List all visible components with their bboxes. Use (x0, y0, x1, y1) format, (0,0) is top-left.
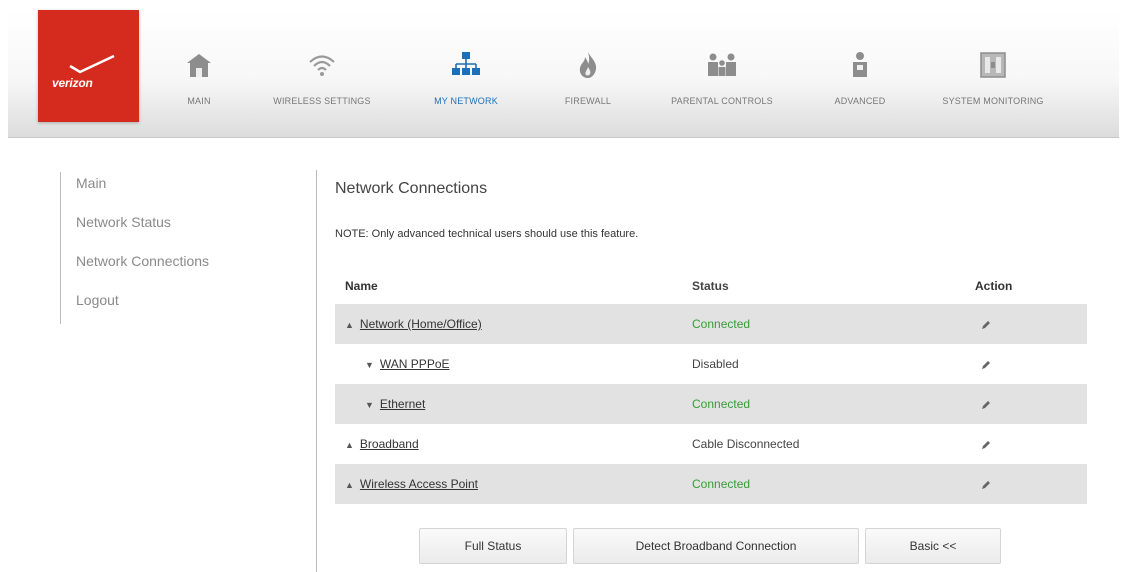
column-header-name: Name (345, 279, 378, 293)
status-cell: Connected (692, 397, 751, 411)
nav-firewall-label: FIREWALL (564, 96, 612, 106)
table-row: ▼ Ethernet Connected (335, 384, 1087, 424)
collapsed-triangle-icon[interactable]: ▼ (365, 400, 374, 410)
table-header-row: Name Status Action (335, 268, 1087, 304)
connection-link-network-home-office[interactable]: Network (Home/Office) (360, 317, 482, 331)
edit-pencil-icon[interactable] (980, 479, 992, 491)
nav-my-network-label: MY NETWORK (434, 96, 498, 106)
sidebar-item-network-connections[interactable]: Network Connections (61, 250, 260, 289)
home-icon (187, 54, 211, 77)
expanded-triangle-icon[interactable]: ▲ (345, 320, 354, 330)
full-status-button[interactable]: Full Status (419, 528, 567, 564)
nav-advanced[interactable]: ADVANCED (818, 10, 902, 122)
sidebar-item-main[interactable]: Main (61, 172, 260, 211)
logo-text: verizon (52, 76, 93, 90)
page-title: Network Connections (335, 180, 488, 197)
nav-system-monitoring[interactable]: SYSTEM MONITORING (923, 10, 1063, 122)
name-cell: ▲ Wireless Access Point (345, 464, 478, 505)
status-cell: Connected (692, 477, 751, 491)
nav-main[interactable]: MAIN (164, 10, 234, 122)
monitor-icon (980, 52, 1006, 78)
expanded-triangle-icon[interactable]: ▲ (345, 480, 354, 490)
nav-parental-controls-label: PARENTAL CONTROLS (671, 96, 773, 106)
main-content: Network Connections NOTE: Only advanced … (316, 170, 1106, 572)
table-row: ▲ Wireless Access Point Connected (335, 464, 1087, 504)
action-cell (980, 464, 992, 504)
table-row: ▼ WAN PPPoE Disabled (335, 344, 1087, 384)
nav-firewall[interactable]: FIREWALL (548, 10, 628, 122)
user-settings-icon (853, 52, 867, 77)
connection-link-ethernet[interactable]: Ethernet (380, 397, 425, 411)
column-header-action: Action (975, 279, 1013, 293)
verizon-checkmark-icon (69, 54, 115, 74)
action-cell (980, 424, 992, 464)
nav-parental-controls[interactable]: PARENTAL CONTROLS (646, 10, 798, 122)
connection-link-wan-pppoe[interactable]: WAN PPPoE (380, 357, 450, 371)
nav-my-network[interactable]: MY NETWORK (416, 10, 516, 122)
wifi-icon (309, 55, 335, 76)
edit-pencil-icon[interactable] (980, 399, 992, 411)
action-cell (980, 384, 992, 424)
table-row: ▲ Broadband Cable Disconnected (335, 424, 1087, 464)
detect-broadband-connection-button[interactable]: Detect Broadband Connection (573, 528, 859, 564)
nav-wireless-settings[interactable]: WIRELESS SETTINGS (252, 10, 392, 122)
status-cell: Disabled (692, 357, 739, 371)
sidebar-item-logout[interactable]: Logout (61, 289, 260, 328)
status-cell: Cable Disconnected (692, 437, 800, 451)
network-icon (452, 52, 480, 75)
top-navigation-bar: verizon MAIN WIRELESS SETTINGS MY NETWOR… (8, 10, 1119, 138)
connection-link-wireless-access-point[interactable]: Wireless Access Point (360, 477, 478, 491)
sidebar-menu: Main Network Status Network Connections … (60, 172, 260, 324)
verizon-logo[interactable]: verizon (38, 10, 139, 122)
family-icon (708, 53, 736, 76)
expanded-triangle-icon[interactable]: ▲ (345, 440, 354, 450)
edit-pencil-icon[interactable] (980, 319, 992, 331)
status-cell: Connected (692, 317, 751, 331)
sidebar-item-network-status[interactable]: Network Status (61, 211, 260, 250)
action-cell (980, 304, 992, 344)
nav-system-monitoring-label: SYSTEM MONITORING (942, 96, 1044, 106)
basic-view-button[interactable]: Basic << (865, 528, 1001, 564)
edit-pencil-icon[interactable] (980, 439, 992, 451)
nav-main-label: MAIN (187, 96, 211, 106)
collapsed-triangle-icon[interactable]: ▼ (365, 360, 374, 370)
action-cell (980, 344, 992, 384)
advanced-users-note: NOTE: Only advanced technical users shou… (335, 228, 639, 240)
nav-advanced-label: ADVANCED (834, 96, 886, 106)
name-cell: ▼ Ethernet (365, 384, 425, 425)
name-cell: ▼ WAN PPPoE (365, 344, 450, 385)
flame-icon (579, 52, 597, 78)
nav-wireless-settings-label: WIRELESS SETTINGS (273, 96, 371, 106)
column-header-status: Status (692, 279, 729, 293)
edit-pencil-icon[interactable] (980, 359, 992, 371)
name-cell: ▲ Network (Home/Office) (345, 304, 482, 345)
name-cell: ▲ Broadband (345, 424, 419, 465)
table-row: ▲ Network (Home/Office) Connected (335, 304, 1087, 344)
connection-link-broadband[interactable]: Broadband (360, 437, 419, 451)
network-connections-table: Name Status Action ▲ Network (Home/Office… (335, 268, 1087, 504)
